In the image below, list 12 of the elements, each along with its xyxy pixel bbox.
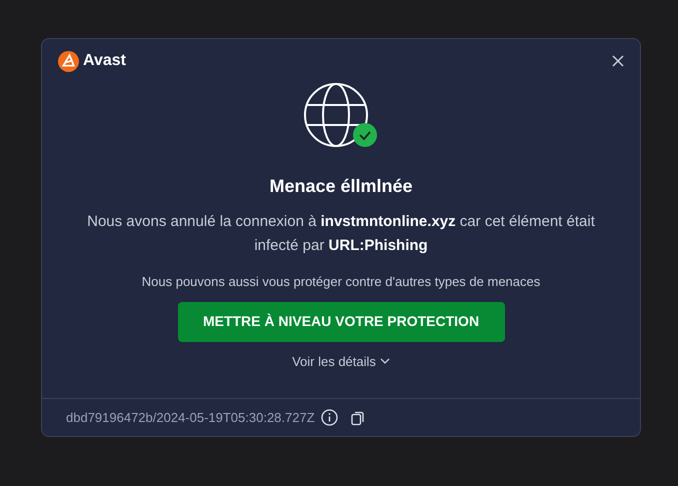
- close-icon[interactable]: [612, 55, 624, 67]
- details-link[interactable]: Voir les détails: [292, 352, 390, 371]
- chevron-icon: [380, 358, 390, 364]
- dialog-title: Menace éllmlnée: [269, 175, 413, 198]
- upgrade-button[interactable]: METTRE À NIVEAU VOTRE PROTECTION: [178, 302, 504, 342]
- brand-name: Avast: [83, 51, 126, 71]
- event-id-text: dbd79196472b/2024-05-19T05:30:28.727Z: [66, 408, 315, 427]
- upsell-text: Nous pouvons aussi vous protéger contre d'autres types de menaces: [142, 273, 540, 291]
- message-text: Nous avons annulé la connexion à invstmntonline.xyz car cet élément était infecté par URL:Phishing: [86, 212, 596, 256]
- copy-icon[interactable]: [350, 410, 366, 426]
- info-icon[interactable]: [320, 409, 338, 426]
- avast-logo-icon: [58, 50, 79, 72]
